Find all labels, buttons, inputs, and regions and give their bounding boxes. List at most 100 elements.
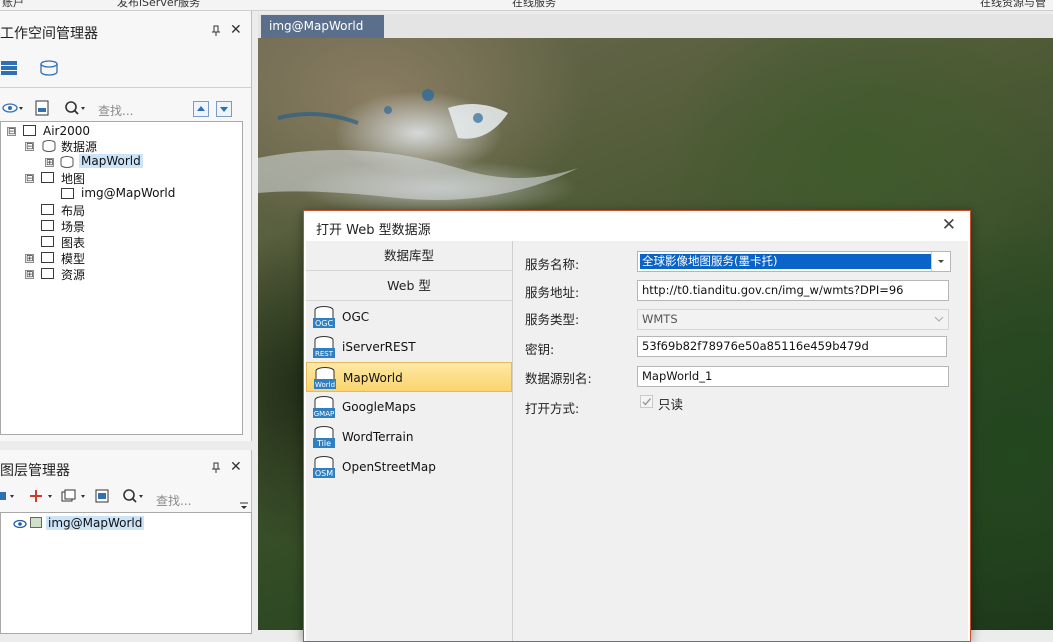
ogc-badge-text: OGC	[315, 319, 333, 328]
workspace-panel-title: 工作空间管理器	[0, 26, 98, 42]
search-next-icon[interactable]	[216, 101, 232, 117]
database-view-icon[interactable]	[38, 59, 60, 77]
osm-badge-text: OSM	[315, 469, 333, 478]
resource-folder-icon	[41, 268, 54, 279]
model-icon	[41, 252, 54, 263]
tree-collapse-toggle[interactable]: ⊟	[25, 142, 34, 152]
web-item-openstreetmap[interactable]: OSM OpenStreetMap	[306, 452, 512, 482]
tree-expand-toggle[interactable]: ⊞	[45, 158, 54, 168]
toolbar-overflow-icon[interactable]	[239, 500, 249, 512]
alias-input[interactable]: MapWorld_1	[637, 366, 949, 387]
tree-item-layouts[interactable]: 布局	[61, 202, 85, 219]
osm-icon: OSM	[312, 455, 336, 479]
layout-icon	[41, 204, 54, 215]
layer-item-img[interactable]: img@MapWorld	[46, 516, 145, 530]
readonly-label: 只读	[658, 397, 684, 412]
tree-item-workspace[interactable]: Air2000	[43, 124, 90, 138]
tree-item-mapworld[interactable]: MapWorld	[79, 154, 143, 168]
database-type-header[interactable]: 数据库型	[306, 241, 512, 271]
open-mode-label: 打开方式:	[525, 401, 580, 416]
web-item-wordterrain[interactable]: Tile WordTerrain	[306, 422, 512, 452]
divider	[0, 87, 251, 88]
properties-icon[interactable]	[34, 100, 52, 116]
add-layer-icon[interactable]	[28, 488, 56, 504]
tree-collapse-toggle[interactable]: ⊟	[7, 127, 16, 137]
workspace-tree-view-icon[interactable]	[0, 59, 20, 77]
search-previous-icon[interactable]	[193, 101, 209, 117]
tree-item-map-img[interactable]: img@MapWorld	[81, 186, 175, 200]
tree-expand-toggle[interactable]: ⊞	[25, 254, 34, 264]
pin-icon[interactable]	[211, 25, 221, 40]
workspace-icon	[23, 125, 36, 136]
tree-item-datasources[interactable]: 数据源	[61, 138, 97, 155]
rest-icon: REST	[312, 335, 336, 359]
web-type-header[interactable]: Web 型	[306, 271, 512, 301]
menu-item-account[interactable]: 账户	[2, 0, 24, 10]
tree-item-scenes[interactable]: 场景	[61, 218, 85, 235]
eye-visible-icon[interactable]	[13, 518, 27, 529]
web-item-label: GoogleMaps	[342, 400, 416, 414]
gmap-badge-text: GMAP	[314, 410, 334, 418]
chevron-down-icon[interactable]	[931, 252, 950, 271]
tile-badge-text: Tile	[316, 439, 331, 448]
datasource-folder-icon	[41, 139, 57, 153]
visibility-dropdown-icon[interactable]	[2, 100, 24, 116]
world-icon: World	[313, 366, 337, 390]
tree-item-models[interactable]: 模型	[61, 250, 85, 267]
web-item-mapworld[interactable]: World MapWorld	[306, 362, 512, 392]
layer-panel-title: 图层管理器	[0, 463, 70, 479]
datasource-form: 服务名称: 全球影像地图服务(墨卡托) 服务地址: http://t0.tian…	[513, 241, 968, 641]
web-item-ogc[interactable]: OGC OGC	[306, 302, 512, 332]
close-icon[interactable]: ✕	[230, 22, 242, 38]
tree-collapse-toggle[interactable]: ⊟	[25, 174, 34, 184]
chart-icon	[41, 236, 54, 247]
search-icon[interactable]	[64, 100, 88, 116]
layer-properties-icon[interactable]	[94, 488, 110, 504]
layer-list: img@MapWorld	[0, 512, 252, 634]
tree-item-charts[interactable]: 图表	[61, 234, 85, 251]
web-item-iserverrest[interactable]: REST iServerREST	[306, 332, 512, 362]
open-web-datasource-dialog: 打开 Web 型数据源 ✕ 数据库型 Web 型 OGC OGC REST iS…	[303, 210, 971, 642]
service-url-input[interactable]: http://t0.tianditu.gov.cn/img_w/wmts?DPI…	[637, 280, 949, 301]
layer-style-dropdown-icon[interactable]	[0, 488, 20, 504]
tree-expand-toggle[interactable]: ⊞	[25, 270, 34, 280]
gmap-icon: GMAP	[312, 395, 336, 419]
scene-icon	[41, 220, 54, 231]
web-datasource-icon	[59, 155, 75, 169]
menu-item-online-resources[interactable]: 在线资源与管	[980, 0, 1046, 10]
tree-item-resources[interactable]: 资源	[61, 266, 85, 283]
layer-group-icon[interactable]	[60, 488, 90, 504]
datasource-type-list: 数据库型 Web 型 OGC OGC REST iServerREST Worl…	[306, 241, 513, 641]
workspace-search-input[interactable]: 查找...	[98, 102, 133, 119]
menu-item-publish-iserver[interactable]: 发布iServer服务	[117, 0, 200, 10]
service-type-value: WMTS	[642, 312, 678, 326]
search-icon[interactable]	[122, 488, 146, 504]
tree-item-maps[interactable]: 地图	[61, 170, 85, 187]
service-type-label: 服务类型:	[525, 312, 580, 327]
key-input[interactable]: 53f69b82f78976e50a85116e459b479d	[637, 336, 947, 357]
top-menu-strip: 账户 发布iServer服务 在线服务 在线资源与管	[0, 0, 1053, 11]
service-name-combobox[interactable]: 全球影像地图服务(墨卡托)	[637, 251, 951, 272]
workspace-tree: ⊟ Air2000 ⊟ 数据源 ⊞ MapWorld ⊟ 地图 img@MapW…	[0, 121, 243, 435]
chevron-down-icon	[930, 310, 948, 329]
service-name-value: 全球影像地图服务(墨卡托)	[640, 254, 932, 269]
layer-search-input[interactable]: 查找...	[156, 492, 191, 509]
pin-icon[interactable]	[211, 462, 221, 477]
workspace-panel: 工作空间管理器 ✕ 查找... ⊟ Air2000 ⊟ 数据源 ⊞ MapWor…	[0, 11, 252, 441]
map-folder-icon	[41, 172, 54, 183]
close-icon[interactable]: ✕	[230, 459, 242, 475]
menu-item-online-service[interactable]: 在线服务	[512, 0, 556, 10]
rest-badge-text: REST	[315, 350, 334, 358]
tab-map-img[interactable]: img@MapWorld	[261, 15, 384, 38]
layer-panel: 图层管理器 ✕ 查找... img@MapWorld	[0, 450, 252, 634]
service-url-label: 服务地址:	[525, 285, 580, 300]
close-icon[interactable]: ✕	[942, 215, 956, 235]
service-type-select: WMTS	[637, 309, 949, 330]
readonly-checkbox[interactable]	[640, 395, 653, 408]
web-item-label: OpenStreetMap	[342, 460, 436, 474]
tile-icon: Tile	[312, 425, 336, 449]
ogc-icon: OGC	[312, 305, 336, 329]
web-item-label: MapWorld	[343, 371, 403, 385]
web-item-googlemaps[interactable]: GMAP GoogleMaps	[306, 392, 512, 422]
dialog-title: 打开 Web 型数据源	[316, 223, 431, 238]
